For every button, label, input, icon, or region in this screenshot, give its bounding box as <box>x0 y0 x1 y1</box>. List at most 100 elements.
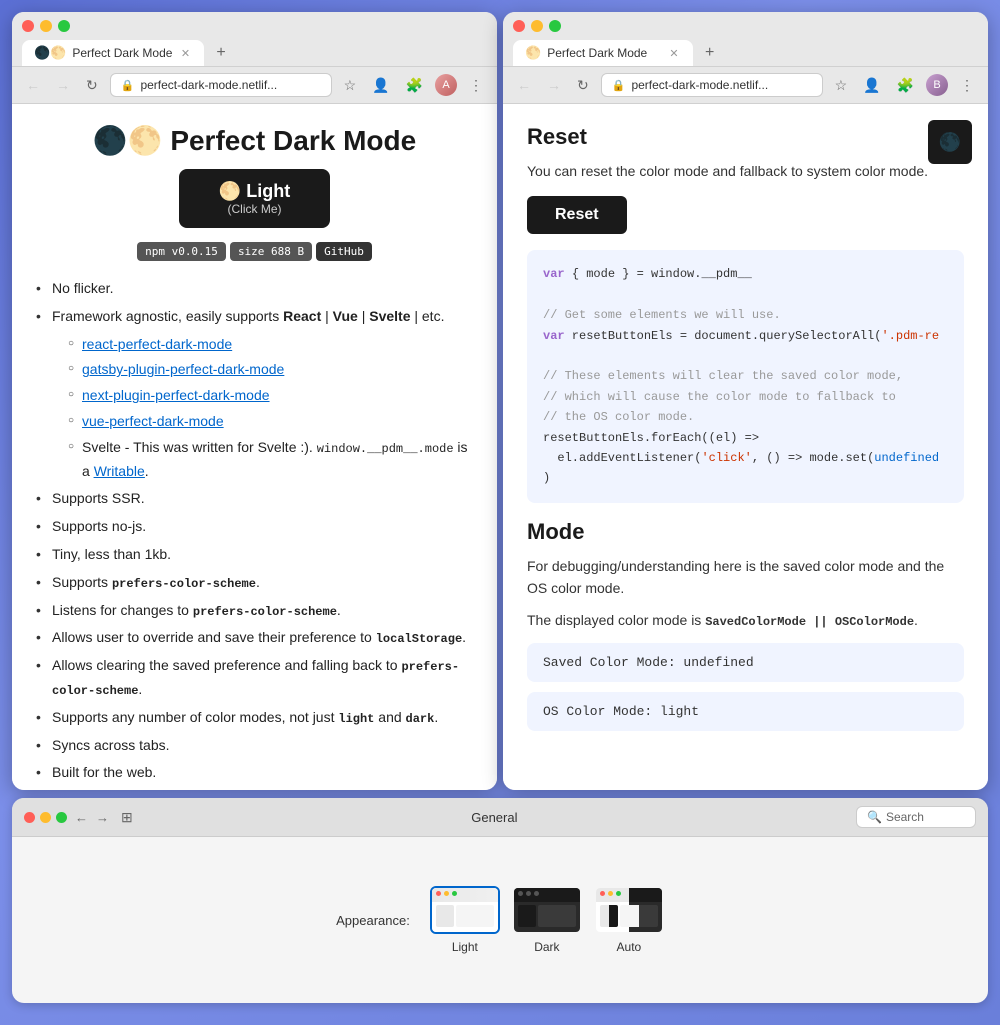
light-click-button[interactable]: 🌕 Light (Click Me) <box>179 169 330 228</box>
writable-link[interactable]: Writable <box>94 463 145 479</box>
left-active-tab[interactable]: 🌑🌕 Perfect Dark Mode ✕ <box>22 40 204 66</box>
left-puzzle-button[interactable]: 🧩 <box>402 75 427 96</box>
left-back-button[interactable]: ← <box>22 75 44 95</box>
thumb-dot-red <box>436 891 441 896</box>
code-line-comment3: // which will cause the color mode to fa… <box>543 387 948 407</box>
thumb-dark-dot-red <box>518 891 523 896</box>
left-bookmark-button[interactable]: ☆ <box>340 75 361 96</box>
thumb-dark-sidebar <box>518 905 536 927</box>
pdm-code: window.__pdm__.mode <box>317 442 454 456</box>
left-tl-green[interactable] <box>58 20 70 32</box>
left-traffic-lights <box>22 20 487 32</box>
thumb-dark-dot-green <box>534 891 539 896</box>
sub-gatsby: gatsby-plugin-perfect-dark-mode <box>68 358 473 382</box>
code-line-empty1 <box>543 285 948 305</box>
code-block: var { mode } = window.__pdm__ // Get som… <box>527 250 964 502</box>
sys-prefs-panel: ← → ⊞ General 🔍 Search Appearance: <box>12 798 988 1003</box>
sys-prefs-chrome: ← → ⊞ General 🔍 Search <box>12 798 988 837</box>
code-line-comment1: // Get some elements we will use. <box>543 305 948 325</box>
right-menu-button[interactable]: ⋮ <box>956 75 978 96</box>
emoji-dark-button[interactable]: 🌑 <box>928 120 972 164</box>
sys-prefs-content: Appearance: <box>12 837 988 1003</box>
right-tl-green[interactable] <box>549 20 561 32</box>
right-profile-button[interactable]: 👤 <box>859 75 884 96</box>
title-emoji: 🌑🌕 <box>93 125 163 156</box>
mode-code: SavedColorMode || OSColorMode <box>705 615 914 629</box>
right-avatar[interactable]: B <box>926 74 948 96</box>
thumb-dark-dot-yellow <box>526 891 531 896</box>
sys-tl-green[interactable] <box>56 812 67 823</box>
mode-desc1: For debugging/understanding here is the … <box>527 555 964 600</box>
left-profile-button[interactable]: 👤 <box>368 75 393 96</box>
thumb-sidebar <box>436 905 454 927</box>
vue-link[interactable]: vue-perfect-dark-mode <box>82 413 224 429</box>
appearance-option-auto[interactable]: Auto <box>594 886 664 954</box>
sys-back-button[interactable]: ← <box>75 810 88 825</box>
sys-search-input[interactable]: 🔍 Search <box>856 806 976 828</box>
right-page-content: Reset 🌑 You can reset the color mode and… <box>503 104 988 790</box>
sub-react: react-perfect-dark-mode <box>68 333 473 357</box>
right-tab-close[interactable]: ✕ <box>667 46 681 60</box>
click-me-subtitle: (Click Me) <box>219 202 290 216</box>
sub-svelte: Svelte - This was written for Svelte :).… <box>68 436 473 484</box>
appearance-option-light[interactable]: Light <box>430 886 500 954</box>
thumb-dot-yellow <box>444 891 449 896</box>
right-puzzle-button[interactable]: 🧩 <box>893 75 918 96</box>
feature-listens: Listens for changes to prefers-color-sch… <box>36 599 473 623</box>
right-new-tab-button[interactable]: + <box>697 40 722 66</box>
right-active-tab[interactable]: 🌕 Perfect Dark Mode ✕ <box>513 40 693 66</box>
thumb-light-bar <box>432 888 498 902</box>
mode-desc2: The displayed color mode is SavedColorMo… <box>527 609 964 632</box>
left-reload-button[interactable]: ↻ <box>82 75 102 96</box>
feature-ssr: Supports SSR. <box>36 487 473 511</box>
sys-tl-yellow[interactable] <box>40 812 51 823</box>
code-line-1: var { mode } = window.__pdm__ <box>543 264 948 284</box>
right-address-input[interactable]: 🔒 perfect-dark-mode.netlif... <box>601 73 823 97</box>
badge-github: GitHub <box>316 242 372 261</box>
thumb-auto-dot-yellow <box>608 891 613 896</box>
sys-tl-red[interactable] <box>24 812 35 823</box>
os-color-mode-box: OS Color Mode: light <box>527 692 964 731</box>
left-page-content: 🌑🌕 Perfect Dark Mode 🌕 Light (Click Me) … <box>12 104 497 790</box>
left-new-tab-button[interactable]: + <box>208 40 233 66</box>
thumb-dark-bar <box>514 888 580 902</box>
left-tab-close[interactable]: ✕ <box>178 46 192 60</box>
left-forward-button[interactable]: → <box>52 75 74 95</box>
left-tl-yellow[interactable] <box>40 20 52 32</box>
next-link[interactable]: next-plugin-perfect-dark-mode <box>82 387 270 403</box>
right-address-bar-row: ← → ↻ 🔒 perfect-dark-mode.netlif... ☆ 👤 … <box>503 67 988 104</box>
right-reload-button[interactable]: ↻ <box>573 75 593 96</box>
code-line-3: resetButtonEls.forEach((el) => <box>543 428 948 448</box>
left-address-input[interactable]: 🔒 perfect-dark-mode.netlif... <box>110 73 332 97</box>
right-back-button[interactable]: ← <box>513 75 535 95</box>
thumb-dark-dots <box>514 888 580 899</box>
thumb-auto-dot-red <box>600 891 605 896</box>
right-forward-button[interactable]: → <box>543 75 565 95</box>
left-avatar[interactable]: A <box>435 74 457 96</box>
gatsby-link[interactable]: gatsby-plugin-perfect-dark-mode <box>82 361 284 377</box>
appearance-label: Appearance: <box>336 913 410 928</box>
right-tl-red[interactable] <box>513 20 525 32</box>
react-link[interactable]: react-perfect-dark-mode <box>82 336 232 352</box>
sys-grid-button[interactable]: ⊞ <box>121 809 133 826</box>
feature-prefers: Supports prefers-color-scheme. <box>36 571 473 595</box>
auto-thumb <box>594 886 664 934</box>
sys-forward-button[interactable]: → <box>96 810 109 825</box>
reset-button[interactable]: Reset <box>527 196 627 234</box>
thumb-dark-content <box>514 902 580 930</box>
left-avatar-image: A <box>442 79 449 91</box>
right-bookmark-button[interactable]: ☆ <box>831 75 852 96</box>
feature-clearing: Allows clearing the saved preference and… <box>36 654 473 702</box>
right-tl-yellow[interactable] <box>531 20 543 32</box>
right-browser-window: 🌕 Perfect Dark Mode ✕ + ← → ↻ 🔒 perfect-… <box>503 12 988 790</box>
code-line-comment4: // the OS color mode. <box>543 407 948 427</box>
left-tl-red[interactable] <box>22 20 34 32</box>
appearance-option-dark[interactable]: Dark <box>512 886 582 954</box>
code-line-4: el.addEventListener('click', () => mode.… <box>543 448 948 468</box>
sub-next: next-plugin-perfect-dark-mode <box>68 384 473 408</box>
left-menu-button[interactable]: ⋮ <box>465 75 487 96</box>
right-traffic-lights <box>513 20 978 32</box>
thumb-auto-dot-green <box>616 891 621 896</box>
thumb-dark-main <box>538 905 576 927</box>
badge-npm: npm v0.0.15 <box>137 242 226 261</box>
